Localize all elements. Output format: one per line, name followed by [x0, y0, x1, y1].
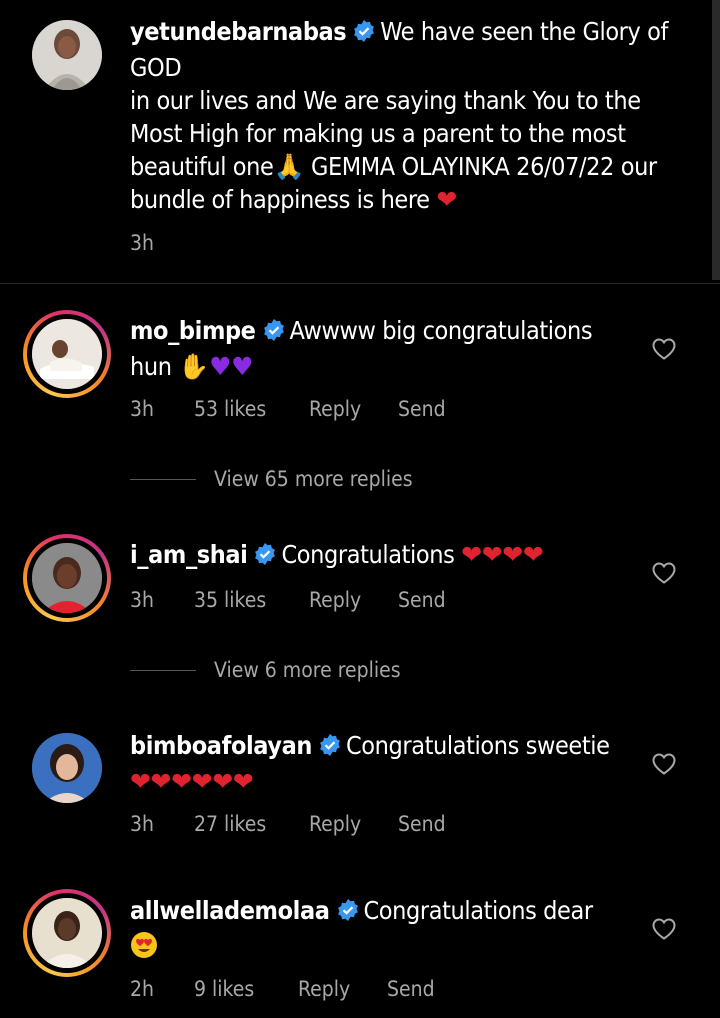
verified-badge-icon — [262, 317, 286, 350]
comment-username[interactable]: i_am_shai — [130, 540, 248, 569]
comment-time: 3h — [130, 397, 154, 421]
view-replies-button[interactable]: View 6 more replies — [130, 658, 401, 682]
verified-badge-icon — [318, 732, 342, 765]
scrollbar[interactable] — [712, 0, 720, 280]
verified-badge-icon — [352, 18, 376, 51]
comment-username[interactable]: mo_bimpe — [130, 316, 256, 345]
view-replies-line — [130, 478, 196, 480]
heart-eyes-icon — [130, 932, 158, 961]
reply-button[interactable]: Reply — [309, 812, 398, 836]
send-button[interactable]: Send — [398, 397, 446, 421]
comment-likes[interactable]: 27 likes — [194, 812, 309, 836]
red-heart-icon: ❤❤❤❤ — [461, 540, 544, 569]
verified-badge-icon — [336, 897, 360, 930]
comment-meta: 3h 27 likes Reply Send — [130, 812, 446, 836]
view-replies-label: View 6 more replies — [214, 658, 401, 682]
comment-likes[interactable]: 9 likes — [194, 977, 298, 1001]
caption-time: 3h — [130, 231, 154, 255]
comment-likes[interactable]: 53 likes — [194, 397, 309, 421]
comment-username[interactable]: allwellademolaa — [130, 896, 330, 925]
send-button[interactable]: Send — [387, 977, 435, 1001]
red-heart-icon: ❤ — [436, 185, 457, 214]
story-ring[interactable] — [23, 889, 111, 977]
comment-time: 3h — [130, 588, 154, 612]
verified-badge-icon — [253, 541, 277, 574]
view-replies-button[interactable]: View 65 more replies — [130, 467, 413, 491]
story-ring[interactable] — [23, 310, 111, 398]
like-heart-icon[interactable] — [652, 918, 676, 944]
praying-hands-icon: 🙏 — [273, 152, 305, 181]
caption-username[interactable]: yetundebarnabas — [130, 17, 347, 46]
comment-time: 2h — [130, 977, 154, 1001]
comment-meta: 3h 53 likes Reply Send — [130, 397, 446, 421]
divider — [0, 283, 720, 284]
like-heart-icon[interactable] — [652, 338, 676, 364]
comment-likes[interactable]: 35 likes — [194, 588, 309, 612]
comment-body: Congratulations sweetie — [345, 731, 610, 760]
comment-meta: 3h 35 likes Reply Send — [130, 588, 446, 612]
reply-button[interactable]: Reply — [298, 977, 387, 1001]
comment-text: mo_bimpe Awwww big congratulations hun ✋♥… — [130, 314, 640, 383]
caption-text: yetundebarnabas We have seen the Glory of… — [130, 15, 675, 216]
waving-hand-icon: ✋ — [178, 352, 210, 381]
avatar — [32, 898, 102, 968]
send-button[interactable]: Send — [398, 588, 446, 612]
reply-button[interactable]: Reply — [309, 397, 398, 421]
view-replies-line — [130, 669, 196, 671]
reply-button[interactable]: Reply — [309, 588, 398, 612]
comment-meta: 2h 9 likes Reply Send — [130, 977, 435, 1001]
comment-body: Congratulations — [281, 540, 455, 569]
red-heart-icon: ❤❤❤❤❤❤ — [130, 767, 254, 796]
like-heart-icon[interactable] — [652, 562, 676, 588]
post-caption: yetundebarnabas We have seen the Glory of… — [0, 0, 712, 283]
avatar[interactable] — [32, 20, 102, 90]
comment-body: Congratulations dear — [363, 896, 594, 925]
story-ring[interactable] — [23, 534, 111, 622]
comment-text: bimboafolayan Congratulations sweetie ❤❤❤… — [130, 729, 640, 798]
comment-text: allwellademolaa Congratulations dear — [130, 894, 640, 963]
avatar — [32, 319, 102, 389]
comment-time: 3h — [130, 812, 154, 836]
purple-heart-icon: ♥♥ — [209, 352, 254, 381]
send-button[interactable]: Send — [398, 812, 446, 836]
avatar[interactable] — [32, 733, 102, 803]
view-replies-label: View 65 more replies — [214, 467, 413, 491]
avatar — [32, 543, 102, 613]
like-heart-icon[interactable] — [652, 753, 676, 779]
comment-text: i_am_shai Congratulations ❤❤❤❤ — [130, 538, 640, 574]
comment-username[interactable]: bimboafolayan — [130, 731, 312, 760]
